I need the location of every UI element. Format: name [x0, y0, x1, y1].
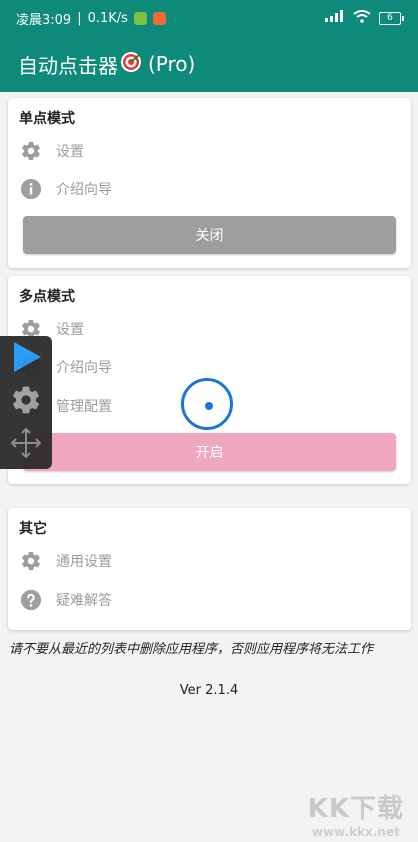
single-mode-settings-row[interactable]: 设置 [19, 138, 84, 164]
watermark-url: www.kkx.net [311, 825, 400, 839]
multi-mode-manage-label: 管理配置 [56, 399, 112, 415]
gear-icon [19, 549, 43, 573]
version-label: Ver 2.1.4 [179, 683, 239, 698]
move-handle[interactable] [7, 427, 45, 463]
gear-icon [10, 384, 42, 420]
play-button[interactable] [7, 341, 45, 377]
click-target-marker[interactable] [181, 378, 233, 430]
wifi-icon [353, 9, 371, 27]
orange-app-icon [152, 11, 166, 25]
single-mode-guide-label: 介绍向导 [56, 182, 112, 198]
other-card: 其它 通用设置 疑难解答 [8, 508, 411, 630]
single-mode-card: 单点模式 设置 介绍向导 关闭 [8, 98, 411, 268]
multi-mode-settings-label: 设置 [56, 322, 84, 338]
battery-level: 6 [379, 11, 401, 25]
watermark: KK下载 www.kkx.net [308, 788, 404, 839]
single-mode-settings-label: 设置 [56, 144, 84, 160]
app-title-suffix: (Pro) [148, 52, 196, 76]
toolbar-settings-button[interactable] [7, 384, 45, 420]
multi-mode-title: 多点模式 [19, 289, 75, 305]
single-mode-title: 单点模式 [19, 111, 75, 127]
single-mode-guide-row[interactable]: 介绍向导 [19, 176, 112, 202]
play-icon [9, 340, 43, 378]
multi-mode-toggle-button[interactable]: 开启 [23, 433, 396, 471]
app-title: 自动点击器 [18, 53, 118, 78]
green-app-icon [133, 11, 147, 25]
move-icon [9, 426, 43, 464]
battery-icon: 6 [379, 11, 404, 25]
help-icon [19, 588, 43, 612]
watermark-logo: KK下载 [307, 794, 404, 824]
dartboard-icon [120, 51, 142, 78]
other-title: 其它 [19, 521, 47, 537]
warning-note: 请不要从最近的列表中删除应用程序，否则应用程序将无法工作 [9, 642, 374, 657]
app-bar: 自动点击器 (Pro) [0, 36, 418, 92]
general-settings-row[interactable]: 通用设置 [19, 548, 112, 574]
status-bar: 凌晨3:09 | 0.1K/s 6 [0, 0, 418, 36]
floating-toolbar [0, 336, 52, 469]
status-separator: | [77, 10, 82, 26]
troubleshooting-row[interactable]: 疑难解答 [19, 587, 112, 613]
gear-icon [19, 139, 43, 163]
general-settings-label: 通用设置 [56, 554, 112, 570]
status-time: 凌晨3:09 [16, 12, 72, 28]
single-mode-toggle-button[interactable]: 关闭 [23, 216, 396, 254]
info-icon [19, 177, 43, 201]
troubleshooting-label: 疑难解答 [56, 593, 112, 609]
multi-mode-guide-label: 介绍向导 [56, 360, 112, 376]
signal-icon [325, 10, 345, 26]
status-network-speed: 0.1K/s [87, 10, 128, 26]
target-center-dot [205, 402, 213, 410]
